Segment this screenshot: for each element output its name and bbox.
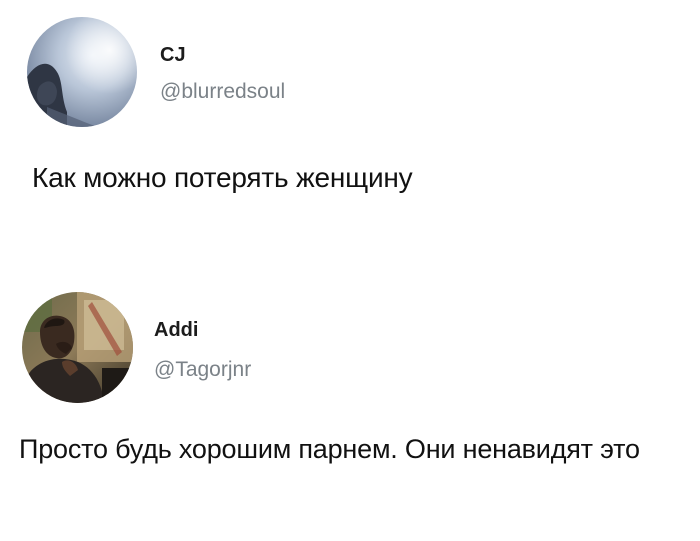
tweet-text: Просто будь хорошим парнем. Они ненавидя… <box>19 434 640 464</box>
tweet-card: CJ @blurredsoul Как можно потерять женщи… <box>0 0 700 260</box>
user-handle[interactable]: @Tagorjnr <box>154 358 251 382</box>
user-avatar-icon[interactable] <box>27 17 137 127</box>
tweet-card: Addi @Tagorjnr Просто будь хорошим парне… <box>0 275 700 541</box>
user-handle[interactable]: @blurredsoul <box>160 80 285 104</box>
tweet-screenshot: CJ @blurredsoul Как можно потерять женщи… <box>0 0 700 541</box>
tweet-text: Как можно потерять женщину <box>32 162 413 193</box>
display-name[interactable]: Addi <box>154 319 198 342</box>
user-avatar-icon[interactable] <box>22 292 133 403</box>
display-name[interactable]: CJ <box>160 44 186 67</box>
